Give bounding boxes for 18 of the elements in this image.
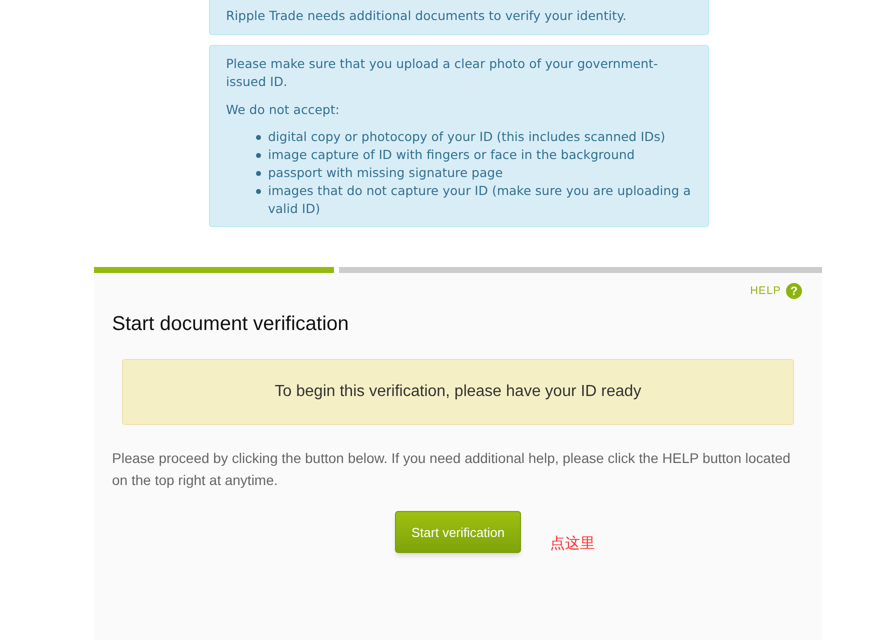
bullet-icon <box>256 170 261 176</box>
bullet-icon <box>256 152 261 158</box>
requirement-item: passport with missing signature page <box>268 164 503 182</box>
requirements-lead: We do not accept: <box>226 100 340 119</box>
section-title: Start document verification <box>112 312 350 338</box>
bullet-icon <box>256 134 261 140</box>
help-icon[interactable]: ? <box>786 283 802 299</box>
notice-text: Ripple Trade needs additional documents to verify your identity. <box>226 8 626 23</box>
instructions-text: Please proceed by clicking the button below. If you need additional help, please click the HELP button located on the top right at anytime. <box>112 449 792 490</box>
ready-banner: To begin this verification, please have your ID ready <box>122 359 794 426</box>
requirement-item: images that do not capture your ID (make sure you are uploading a valid ID) <box>268 182 692 218</box>
requirement-item: digital copy or photocopy of your ID (this includes scanned IDs) <box>268 128 666 146</box>
start-verification-button[interactable]: Start verification <box>395 511 521 554</box>
requirements-intro: Please make sure that you upload a clear photo of your government-issued ID. <box>226 54 659 91</box>
help-link[interactable]: HELP <box>750 282 781 300</box>
requirement-item: image capture of ID with fingers or face in the background <box>268 146 635 164</box>
bullet-icon <box>256 188 261 194</box>
annotation-text: 点这里 <box>550 533 595 554</box>
